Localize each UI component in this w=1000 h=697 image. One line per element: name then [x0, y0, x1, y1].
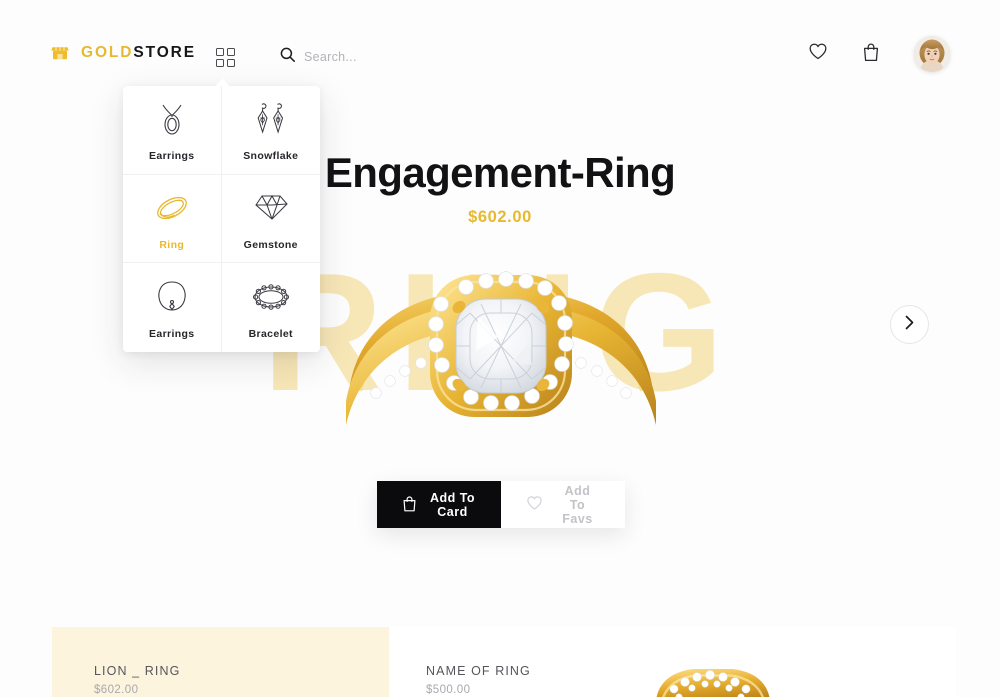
- product-card-price: $500.00: [426, 684, 471, 696]
- search-input[interactable]: [304, 50, 444, 64]
- brand-secondary: STORE: [133, 44, 196, 61]
- pendant-necklace-icon: [150, 275, 194, 319]
- avatar[interactable]: [914, 36, 950, 72]
- grid-cell: [227, 59, 235, 67]
- menu-item-label: Earrings: [149, 150, 195, 163]
- menu-item-snowflake[interactable]: Snowflake: [221, 86, 320, 175]
- product-actions: Add To Card Add To Favs: [377, 481, 625, 528]
- gemstone-icon: [249, 186, 293, 230]
- next-product-button[interactable]: [890, 305, 929, 344]
- search-bar[interactable]: [280, 47, 444, 67]
- menu-item-earrings-2[interactable]: Earrings: [123, 263, 222, 352]
- brand-primary: GOLD: [81, 44, 134, 61]
- product-card-price: $602.00: [94, 684, 139, 696]
- menu-item-ring[interactable]: Ring: [123, 174, 222, 264]
- grid-cell: [227, 48, 235, 56]
- add-to-cart-button[interactable]: Add To Card: [377, 481, 501, 528]
- category-dropdown-menu[interactable]: Earrings Snowflake Ring Gemstone Earring…: [123, 86, 320, 352]
- header-actions: [808, 36, 950, 72]
- grid-cell: [216, 48, 224, 56]
- menu-item-gemstone[interactable]: Gemstone: [221, 175, 320, 264]
- search-icon: [280, 47, 295, 67]
- chevron-right-icon: [904, 315, 915, 335]
- add-to-cart-label: Add To Card: [429, 490, 476, 519]
- heart-icon[interactable]: [808, 42, 828, 66]
- menu-item-bracelet[interactable]: Bracelet: [222, 263, 321, 352]
- shop-awning-icon: [50, 43, 70, 63]
- related-products: LION _ RING $602.00 NAME OF RING $500.00: [0, 627, 1000, 697]
- product-card-thumbnail: [648, 657, 778, 697]
- grid-apps-icon[interactable]: [216, 48, 235, 67]
- brand-name: GOLDSTORE: [81, 44, 196, 62]
- add-to-favs-label: Add To Favs: [562, 483, 593, 526]
- add-to-favs-button[interactable]: Add To Favs: [501, 481, 625, 528]
- menu-item-label: Bracelet: [248, 328, 293, 341]
- shopping-bag-icon[interactable]: [862, 42, 880, 67]
- menu-item-label: Ring: [159, 238, 185, 251]
- product-page: GOLDSTORE Search... Earrings Snowflake R…: [0, 0, 1000, 697]
- bracelet-icon: [249, 275, 293, 319]
- menu-item-earrings-1[interactable]: Earrings: [123, 86, 222, 175]
- shopping-bag-icon: [402, 495, 417, 515]
- menu-item-label: Gemstone: [243, 238, 298, 251]
- snowflake-earrings-icon: [249, 97, 293, 141]
- menu-item-label: Earrings: [149, 328, 195, 341]
- grid-cell: [216, 59, 224, 67]
- product-card-name: LION _ RING: [94, 664, 181, 678]
- ring-band-icon: [150, 186, 194, 230]
- product-image: [326, 225, 676, 457]
- list-item[interactable]: LION _ RING $602.00: [52, 627, 389, 697]
- list-item[interactable]: NAME OF RING $500.00: [390, 627, 956, 697]
- menu-item-label: Snowflake: [243, 150, 299, 163]
- necklace-teardrop-icon: [150, 97, 194, 141]
- brand-logo[interactable]: GOLDSTORE: [50, 43, 196, 63]
- product-card-name: NAME OF RING: [426, 664, 531, 678]
- heart-icon: [526, 495, 543, 514]
